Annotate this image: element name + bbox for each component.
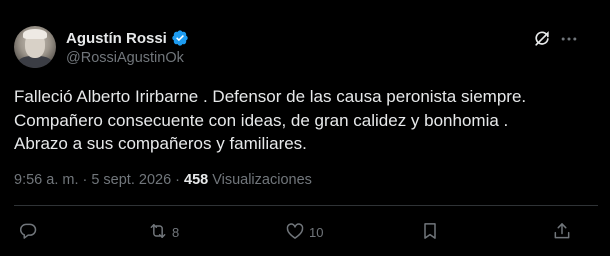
tweet-text-line: Abrazo a sus compañeros y familiares. bbox=[14, 134, 307, 153]
tweet-date[interactable]: 5 sept. 2026 bbox=[91, 172, 171, 188]
bookmark-button[interactable] bbox=[420, 220, 440, 244]
retweet-count: 8 bbox=[172, 224, 180, 240]
more-icon[interactable] bbox=[558, 28, 580, 50]
author-handle[interactable]: @RossiAgustinOk bbox=[66, 50, 184, 66]
meta-separator: · bbox=[82, 172, 88, 188]
grok-icon[interactable] bbox=[531, 28, 553, 50]
verified-icon[interactable] bbox=[171, 29, 189, 47]
tweet-text-line: Falleció Alberto Irirbarne . Defensor de… bbox=[14, 87, 527, 106]
meta-separator: · bbox=[175, 172, 180, 188]
divider bbox=[14, 205, 598, 206]
tweet-text-line: Compañero consecuente con ideas, de gran… bbox=[14, 110, 509, 130]
views-count: 458 bbox=[184, 172, 209, 188]
reply-button[interactable] bbox=[18, 220, 42, 244]
share-icon bbox=[552, 221, 572, 244]
tweet-text: Falleció Alberto Irirbarne . Defensor de… bbox=[14, 85, 599, 156]
share-button[interactable] bbox=[552, 220, 572, 244]
retweet-button[interactable]: 8 bbox=[148, 220, 179, 244]
like-button[interactable]: 10 bbox=[285, 220, 323, 244]
retweet-icon bbox=[148, 221, 168, 244]
tweet-meta: 9:56 a. m. · 5 sept. 2026 · 458 Visualiz… bbox=[14, 172, 312, 188]
avatar[interactable] bbox=[14, 26, 56, 68]
author-name-row: Agustín Rossi bbox=[66, 29, 189, 47]
action-bar: 8 10 bbox=[0, 220, 610, 244]
like-count: 10 bbox=[309, 224, 324, 240]
views-label: Visualizaciones bbox=[212, 172, 312, 188]
tweet-time[interactable]: 9:56 a. m. bbox=[14, 172, 78, 188]
like-icon bbox=[285, 221, 305, 244]
reply-icon bbox=[18, 221, 38, 244]
author-display-name[interactable]: Agustín Rossi bbox=[66, 30, 167, 47]
bookmark-icon bbox=[420, 221, 440, 244]
